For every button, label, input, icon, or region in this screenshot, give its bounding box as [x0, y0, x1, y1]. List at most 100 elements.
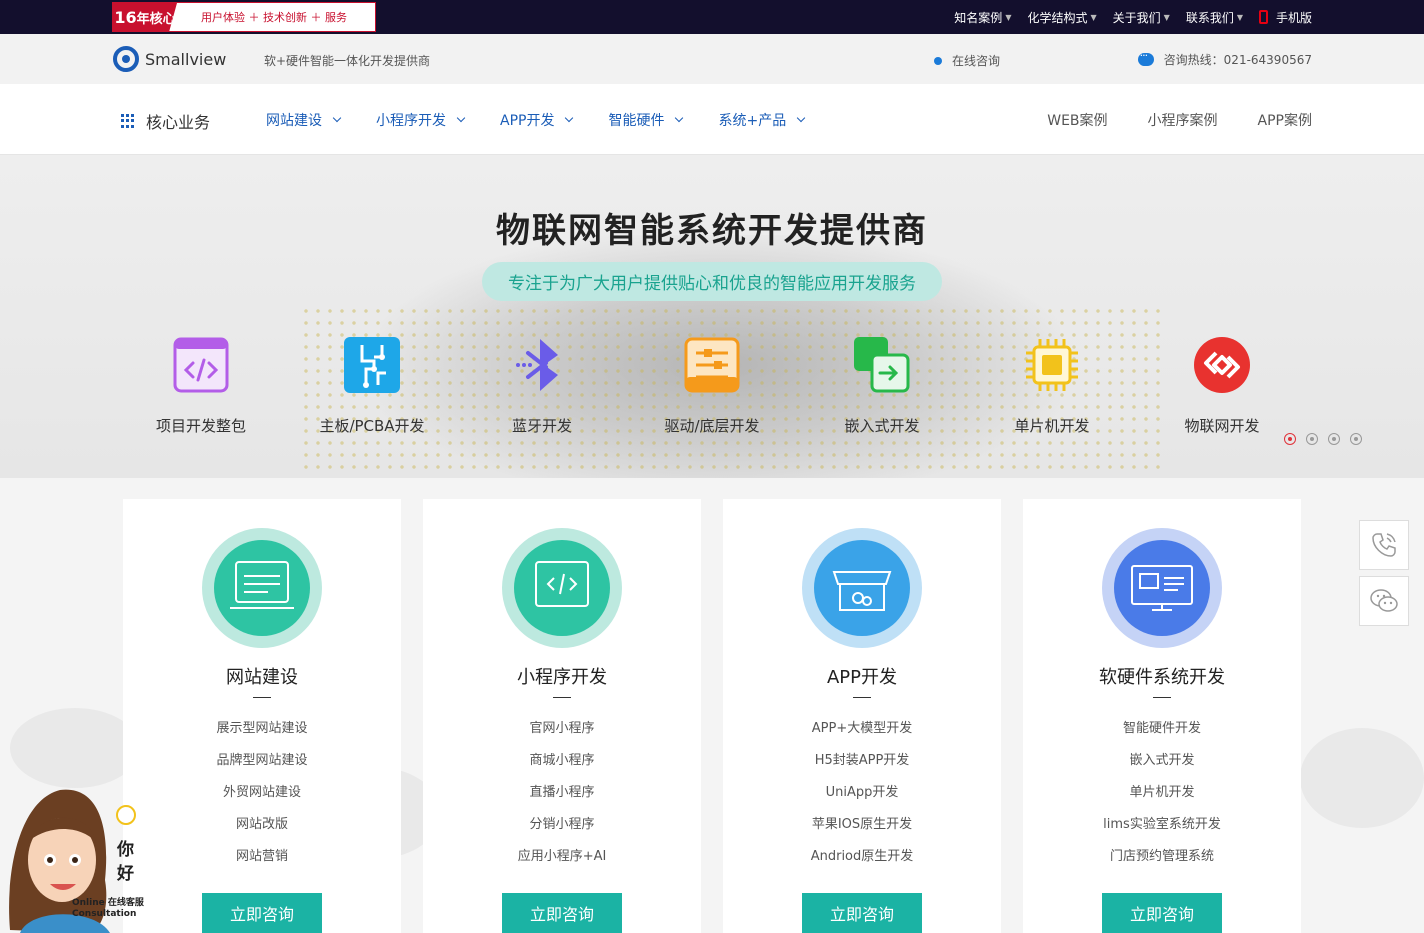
- online-consult-link[interactable]: 在线咨询: [934, 52, 1000, 69]
- service-item[interactable]: UniApp开发: [723, 777, 1001, 809]
- float-wechat-button[interactable]: [1359, 576, 1409, 626]
- feature-label: 驱动/底层开发: [664, 417, 760, 435]
- bluetooth-icon: [516, 339, 558, 391]
- feature-project-package[interactable]: 项目开发整包: [121, 337, 281, 436]
- promo-badge[interactable]: 16 年核心 用户体验 ＋ 技术创新 ＋ 服务: [112, 2, 376, 32]
- nav-item-label: APP开发: [500, 113, 555, 129]
- carousel-dot[interactable]: [1306, 433, 1318, 445]
- float-phone-button[interactable]: [1359, 520, 1409, 570]
- service-list: APP+大模型开发 H5封装APP开发 UniApp开发 苹果IOS原生开发 A…: [723, 713, 1001, 873]
- service-list: 展示型网站建设 品牌型网站建设 外贸网站建设 网站改版 网站营销: [123, 713, 401, 873]
- top-link-label: 联系我们: [1185, 10, 1234, 25]
- carousel-dot[interactable]: [1284, 433, 1296, 445]
- service-card-system: 软硬件系统开发 智能硬件开发 嵌入式开发 单片机开发 lims实验室系统开发 门…: [1023, 499, 1301, 933]
- chat-bubble-icon: [1137, 49, 1154, 66]
- top-link-chemistry[interactable]: 化学结构式 ▼: [1027, 9, 1096, 26]
- service-item[interactable]: 分销小程序: [423, 809, 701, 841]
- top-link-contact[interactable]: 联系我们 ▼: [1186, 9, 1243, 26]
- divider: [253, 697, 271, 698]
- caret-down-icon: ▼: [1163, 12, 1170, 22]
- service-item[interactable]: APP+大模型开发: [723, 713, 1001, 745]
- service-item[interactable]: lims实验室系统开发: [1023, 809, 1301, 841]
- feature-label: 单片机开发: [1014, 417, 1090, 435]
- hotline-text: 咨询热线：021-64390567: [1163, 53, 1312, 67]
- nav-items: 网站建设 小程序开发 APP开发 智能硬件 系统+产品: [266, 110, 840, 130]
- service-item[interactable]: 商城小程序: [423, 745, 701, 777]
- carousel-dot[interactable]: [1350, 433, 1362, 445]
- nav-item-website[interactable]: 网站建设: [266, 110, 342, 130]
- chevron-down-icon: [456, 113, 466, 123]
- promo-text: 用户体验 ＋ 技术创新 ＋ 服务: [201, 11, 347, 24]
- nav-item-label: 网站建设: [266, 113, 322, 129]
- nav-item-app[interactable]: APP开发: [500, 110, 574, 130]
- status-dot-icon: [934, 56, 942, 65]
- carousel-dot[interactable]: [1328, 433, 1340, 445]
- logo-bar: Smallview 软+硬件智能一体化开发提供商 在线咨询 咨询热线：021-6…: [0, 34, 1424, 84]
- case-links: WEB案例 小程序案例 APP案例: [1007, 110, 1312, 130]
- case-link-web[interactable]: WEB案例: [1047, 110, 1107, 130]
- service-item[interactable]: H5封装APP开发: [723, 745, 1001, 777]
- core-business-menu[interactable]: 核心业务: [121, 109, 210, 133]
- driver-sliders-icon: [684, 337, 740, 393]
- service-item[interactable]: 展示型网站建设: [123, 713, 401, 745]
- feature-pcba[interactable]: 主板/PCBA开发: [292, 337, 452, 436]
- feature-iot[interactable]: 物联网开发: [1142, 337, 1302, 436]
- nav-item-miniprogram[interactable]: 小程序开发: [376, 110, 466, 130]
- circuit-board-icon: [344, 337, 400, 393]
- consult-button[interactable]: 立即咨询: [802, 893, 922, 933]
- service-item[interactable]: 外贸网站建设: [123, 777, 401, 809]
- top-link-label: 化学结构式: [1027, 10, 1088, 25]
- service-item[interactable]: 苹果IOS原生开发: [723, 809, 1001, 841]
- nav-item-label: 智能硬件: [608, 113, 665, 129]
- feature-embedded[interactable]: 嵌入式开发: [802, 337, 962, 436]
- divider: [553, 697, 571, 698]
- service-card-app: APP开发 APP+大模型开发 H5封装APP开发 UniApp开发 苹果IOS…: [723, 499, 1001, 933]
- service-list: 智能硬件开发 嵌入式开发 单片机开发 lims实验室系统开发 门店预约管理系统: [1023, 713, 1301, 873]
- hero-banner: 物联网智能系统开发提供商 专注于为广大用户提供贴心和优良的智能应用开发服务 项目…: [0, 155, 1424, 478]
- banner-title: 物联网智能系统开发提供商: [496, 211, 928, 251]
- service-item[interactable]: 应用小程序+AI: [423, 841, 701, 873]
- feature-mcu[interactable]: 单片机开发: [972, 337, 1132, 436]
- logo[interactable]: Smallview: [113, 46, 226, 72]
- nav-item-hardware[interactable]: 智能硬件: [608, 110, 684, 130]
- top-link-cases[interactable]: 知名案例 ▼: [954, 9, 1011, 26]
- service-item[interactable]: 嵌入式开发: [1023, 745, 1301, 777]
- service-item[interactable]: 单片机开发: [1023, 777, 1301, 809]
- consult-button[interactable]: 立即咨询: [502, 893, 622, 933]
- banner-subtitle: 专注于为广大用户提供贴心和优良的智能应用开发服务: [482, 262, 942, 301]
- case-link-app[interactable]: APP案例: [1258, 110, 1312, 130]
- service-item[interactable]: 网站改版: [123, 809, 401, 841]
- mobile-phone-icon: [1258, 10, 1268, 24]
- chevron-down-icon: [332, 113, 342, 123]
- service-item[interactable]: 智能硬件开发: [1023, 713, 1301, 745]
- consult-button[interactable]: 立即咨询: [1102, 893, 1222, 933]
- service-card-miniprogram: 小程序开发 官网小程序 商城小程序 直播小程序 分销小程序 应用小程序+AI 立…: [423, 499, 701, 933]
- feature-driver[interactable]: 驱动/底层开发: [632, 337, 792, 436]
- case-link-miniprogram[interactable]: 小程序案例: [1148, 110, 1218, 130]
- consult-button[interactable]: 立即咨询: [202, 893, 322, 933]
- phone-call-icon: [1372, 533, 1396, 557]
- service-list: 官网小程序 商城小程序 直播小程序 分销小程序 应用小程序+AI: [423, 713, 701, 873]
- brand-name: Smallview: [145, 49, 227, 69]
- service-item[interactable]: 网站营销: [123, 841, 401, 873]
- system-screen-icon: [1102, 528, 1222, 648]
- caret-down-icon: ▼: [1090, 12, 1097, 22]
- top-link-mobile[interactable]: 手机版: [1258, 9, 1312, 26]
- top-link-about[interactable]: 关于我们 ▼: [1113, 9, 1170, 26]
- nav-item-system[interactable]: 系统+产品: [718, 110, 806, 130]
- service-item[interactable]: 门店预约管理系统: [1023, 841, 1301, 873]
- service-item[interactable]: 官网小程序: [423, 713, 701, 745]
- service-item[interactable]: 品牌型网站建设: [123, 745, 401, 777]
- service-item[interactable]: 直播小程序: [423, 777, 701, 809]
- service-item[interactable]: Andriod原生开发: [723, 841, 1001, 873]
- carousel-dots: [1284, 433, 1372, 445]
- feature-bluetooth[interactable]: 蓝牙开发: [462, 337, 622, 436]
- cloud-decoration: [1300, 728, 1424, 828]
- online-consult-label: 在线咨询: [952, 54, 1001, 68]
- customer-service-avatar[interactable]: 你好 Online 在线客服 Consultation: [0, 780, 150, 933]
- feature-label: 蓝牙开发: [511, 417, 572, 435]
- services-section: 网站建设 展示型网站建设 品牌型网站建设 外贸网站建设 网站改版 网站营销 立即…: [0, 478, 1424, 933]
- promo-years-suffix: 年核心: [136, 11, 176, 27]
- top-nav: 知名案例 ▼ 化学结构式 ▼ 关于我们 ▼ 联系我们 ▼ 手机版: [938, 0, 1312, 34]
- cloud-decoration: [10, 708, 140, 788]
